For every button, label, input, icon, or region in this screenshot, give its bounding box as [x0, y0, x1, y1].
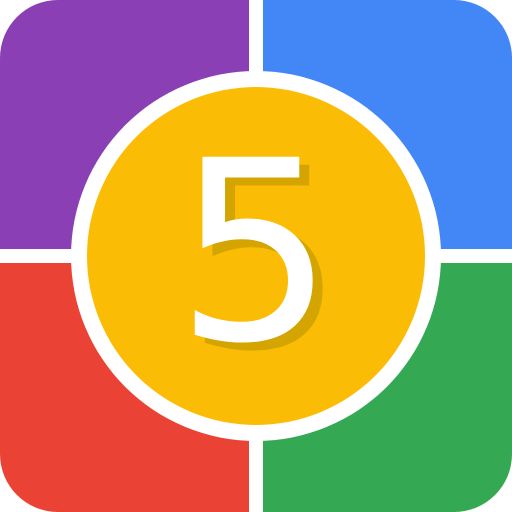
number-badge: 5 5 — [87, 87, 425, 425]
number-five: 5 — [175, 107, 334, 398]
number-five-graphic: 5 5 — [175, 107, 344, 406]
app-icon[interactable]: 5 5 — [0, 0, 512, 512]
